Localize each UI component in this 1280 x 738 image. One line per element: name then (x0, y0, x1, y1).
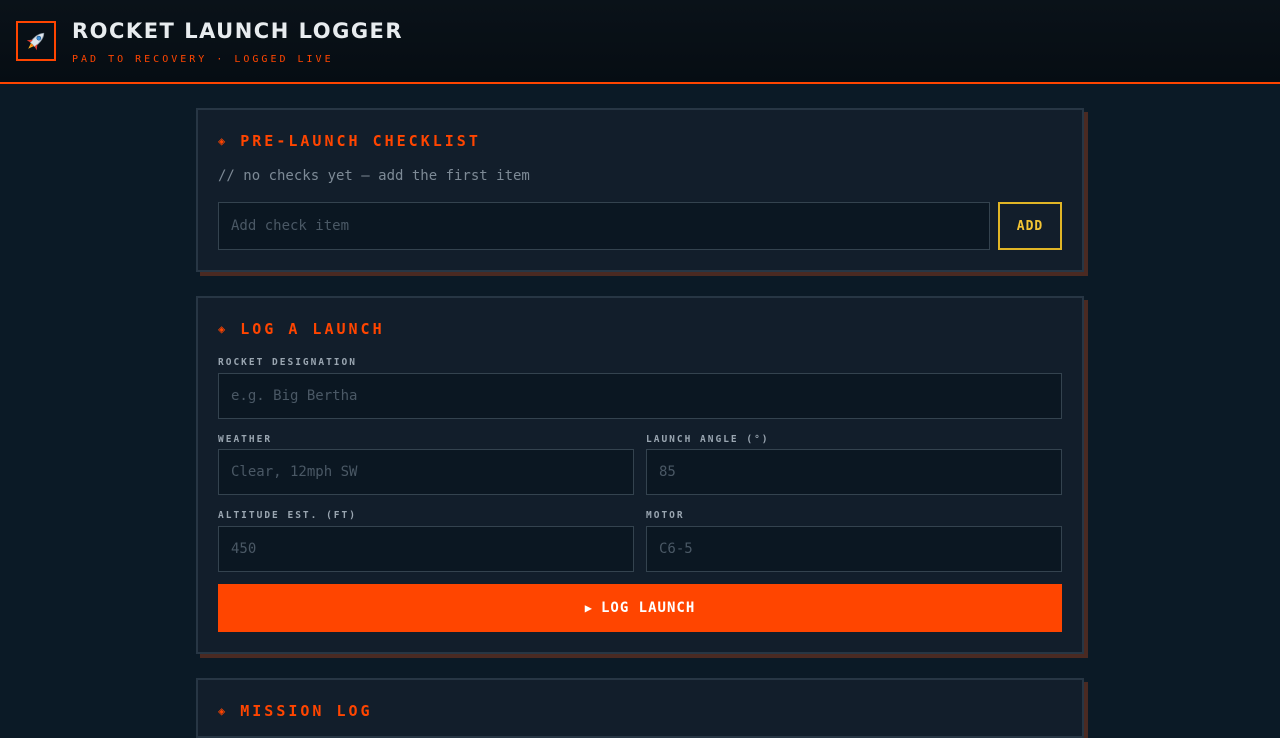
altitude-input[interactable] (218, 526, 634, 572)
launch-angle-input[interactable] (646, 449, 1062, 495)
diamond-icon: ◈ (218, 134, 229, 148)
checklist-empty-note: // no checks yet — add the first item (218, 168, 530, 184)
log-launch-button-label: LOG LAUNCH (600, 600, 696, 616)
altitude-label: ALTITUDE EST. (FT) (218, 510, 357, 521)
diamond-icon: ◈ (218, 322, 229, 336)
rocket-designation-label: ROCKET DESIGNATION (218, 357, 357, 368)
weather-label: WEATHER (218, 434, 273, 445)
log-launch-heading: ◈ LOG A LAUNCH (218, 320, 385, 338)
motor-input[interactable] (646, 526, 1062, 572)
rocket-designation-input[interactable] (218, 373, 1062, 419)
checklist-panel: ◈ PRE-LAUNCH CHECKLIST // no checks yet … (196, 108, 1084, 272)
app-subtitle: PAD TO RECOVERY · LOGGED LIVE (72, 54, 334, 65)
checklist-heading-text: PRE-LAUNCH CHECKLIST (240, 132, 481, 150)
check-item-input[interactable] (218, 202, 990, 250)
mission-log-panel: ◈ MISSION LOG (196, 678, 1084, 738)
app-logo (16, 21, 56, 61)
mission-log-heading-text: MISSION LOG (240, 702, 373, 720)
launch-angle-label: LAUNCH ANGLE (°) (646, 434, 770, 445)
log-launch-panel: ◈ LOG A LAUNCH ROCKET DESIGNATION WEATHE… (196, 296, 1084, 654)
weather-input[interactable] (218, 449, 634, 495)
rocket-icon (26, 32, 45, 51)
log-launch-heading-text: LOG A LAUNCH (240, 320, 385, 338)
mission-log-heading: ◈ MISSION LOG (218, 702, 373, 720)
diamond-icon: ◈ (218, 704, 229, 718)
app-header: ROCKET LAUNCH LOGGER PAD TO RECOVERY · L… (0, 0, 1280, 84)
play-icon: ▶ (584, 601, 593, 615)
add-check-button[interactable]: ADD (998, 202, 1062, 250)
checklist-heading: ◈ PRE-LAUNCH CHECKLIST (218, 132, 481, 150)
app-title: ROCKET LAUNCH LOGGER (72, 19, 404, 43)
motor-label: MOTOR (646, 510, 685, 521)
log-launch-button[interactable]: ▶ LOG LAUNCH (218, 584, 1062, 632)
